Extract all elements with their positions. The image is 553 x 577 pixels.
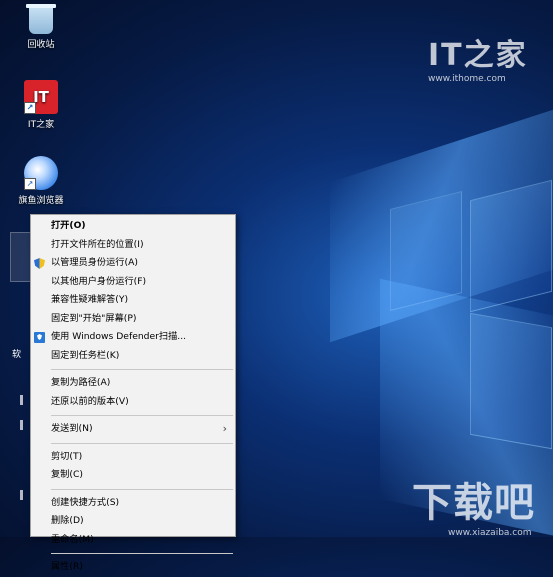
watermark-url: www.ithome.com bbox=[428, 74, 506, 84]
menu-separator bbox=[51, 553, 233, 554]
desktop-icon-label: 回收站 bbox=[27, 40, 55, 50]
menu-item-label: 固定到"开始"屏幕(P) bbox=[51, 312, 137, 324]
menu-item-label: 还原以前的版本(V) bbox=[51, 395, 129, 407]
desktop-icon-recycle-bin[interactable]: 回收站 bbox=[6, 4, 76, 50]
menu-item-label: 重命名(M) bbox=[51, 533, 94, 545]
watermark-logo: 下载吧 bbox=[412, 480, 535, 526]
xiazaiba-watermark: 下载吧 www.xiazaiba.com bbox=[412, 470, 535, 538]
menu-item-label: 使用 Windows Defender扫描... bbox=[51, 331, 187, 342]
menu-item-defender-scan[interactable]: 使用 Windows Defender扫描... bbox=[31, 328, 235, 347]
menu-item-label: 发送到(N) bbox=[51, 423, 93, 434]
menu-item-label: 固定到任务栏(K) bbox=[51, 349, 120, 361]
desktop-icon-partial bbox=[20, 490, 23, 500]
menu-item-label: 兼容性疑难解答(Y) bbox=[51, 294, 129, 305]
watermark-logo: IT之家 bbox=[428, 38, 528, 73]
desktop-icon-partial bbox=[20, 395, 23, 405]
wallpaper-window-pane bbox=[470, 179, 552, 313]
menu-item-label: 剪切(T) bbox=[51, 450, 83, 462]
menu-item-label: 打开(O) bbox=[51, 220, 86, 231]
menu-item-pin-to-start[interactable]: 固定到"开始"屏幕(P) bbox=[31, 310, 235, 329]
menu-item-label: 打开文件所在的位置(I) bbox=[51, 238, 144, 250]
wallpaper-window-pane bbox=[470, 312, 552, 450]
desktop-icon-label: 旗鱼浏览器 bbox=[18, 196, 64, 206]
recycle-bin-icon bbox=[26, 4, 56, 34]
uac-shield-icon bbox=[34, 258, 45, 269]
it-home-icon: IT ↗ bbox=[24, 80, 58, 114]
desktop-icon-partial bbox=[20, 420, 23, 430]
desktop-icon-label-partial: 软 bbox=[12, 350, 22, 360]
desktop-icon-it-home[interactable]: IT ↗ IT之家 bbox=[6, 80, 76, 130]
menu-separator bbox=[51, 415, 233, 416]
menu-item-label: 以管理员身份运行(A) bbox=[51, 257, 138, 268]
menu-item-label: 删除(D) bbox=[51, 515, 84, 526]
menu-item-label: 复制(C) bbox=[51, 469, 83, 480]
menu-item-run-as-other-user[interactable]: 以其他用户身份运行(F) bbox=[31, 273, 235, 292]
menu-item-send-to[interactable]: 发送到(N) › bbox=[31, 420, 235, 439]
menu-item-rename[interactable]: 重命名(M) bbox=[31, 531, 235, 550]
menu-item-pin-to-taskbar[interactable]: 固定到任务栏(K) bbox=[31, 347, 235, 366]
shortcut-arrow-icon: ↗ bbox=[24, 102, 36, 114]
menu-item-create-shortcut[interactable]: 创建快捷方式(S) bbox=[31, 494, 235, 513]
menu-item-troubleshoot-compatibility[interactable]: 兼容性疑难解答(Y) bbox=[31, 291, 235, 310]
desktop-icon-browser[interactable]: ↗ 旗鱼浏览器 bbox=[6, 156, 76, 206]
submenu-arrow-icon: › bbox=[222, 422, 227, 435]
menu-separator bbox=[51, 442, 233, 444]
menu-separator bbox=[51, 488, 233, 490]
ithome-watermark: IT之家 www.ithome.com bbox=[428, 30, 528, 84]
menu-item-label: 复制为路径(A) bbox=[51, 377, 111, 388]
menu-item-label: 创建快捷方式(S) bbox=[51, 496, 120, 508]
menu-item-copy[interactable]: 复制(C) bbox=[31, 466, 235, 485]
menu-item-delete[interactable]: 删除(D) bbox=[31, 512, 235, 531]
menu-item-restore-previous-versions[interactable]: 还原以前的版本(V) bbox=[31, 393, 235, 412]
menu-item-open-file-location[interactable]: 打开文件所在的位置(I) bbox=[31, 236, 235, 255]
menu-item-label: 属性(R) bbox=[51, 561, 83, 572]
wallpaper-window-pane bbox=[390, 191, 462, 311]
windows-defender-icon bbox=[34, 332, 45, 343]
menu-item-cut[interactable]: 剪切(T) bbox=[31, 448, 235, 467]
menu-item-properties[interactable]: 属性(R) bbox=[31, 558, 235, 577]
context-menu: 打开(O) 打开文件所在的位置(I) 以管理员身份运行(A) 以其他用户身份运行… bbox=[30, 214, 236, 572]
menu-separator bbox=[51, 369, 233, 370]
menu-item-open[interactable]: 打开(O) bbox=[31, 217, 235, 236]
browser-icon: ↗ bbox=[24, 156, 58, 190]
shortcut-arrow-icon: ↗ bbox=[24, 178, 36, 190]
menu-item-run-as-admin[interactable]: 以管理员身份运行(A) bbox=[31, 254, 235, 273]
menu-item-copy-as-path[interactable]: 复制为路径(A) bbox=[31, 374, 235, 393]
desktop-icon-label: IT之家 bbox=[27, 120, 55, 130]
menu-item-label: 以其他用户身份运行(F) bbox=[51, 275, 147, 287]
